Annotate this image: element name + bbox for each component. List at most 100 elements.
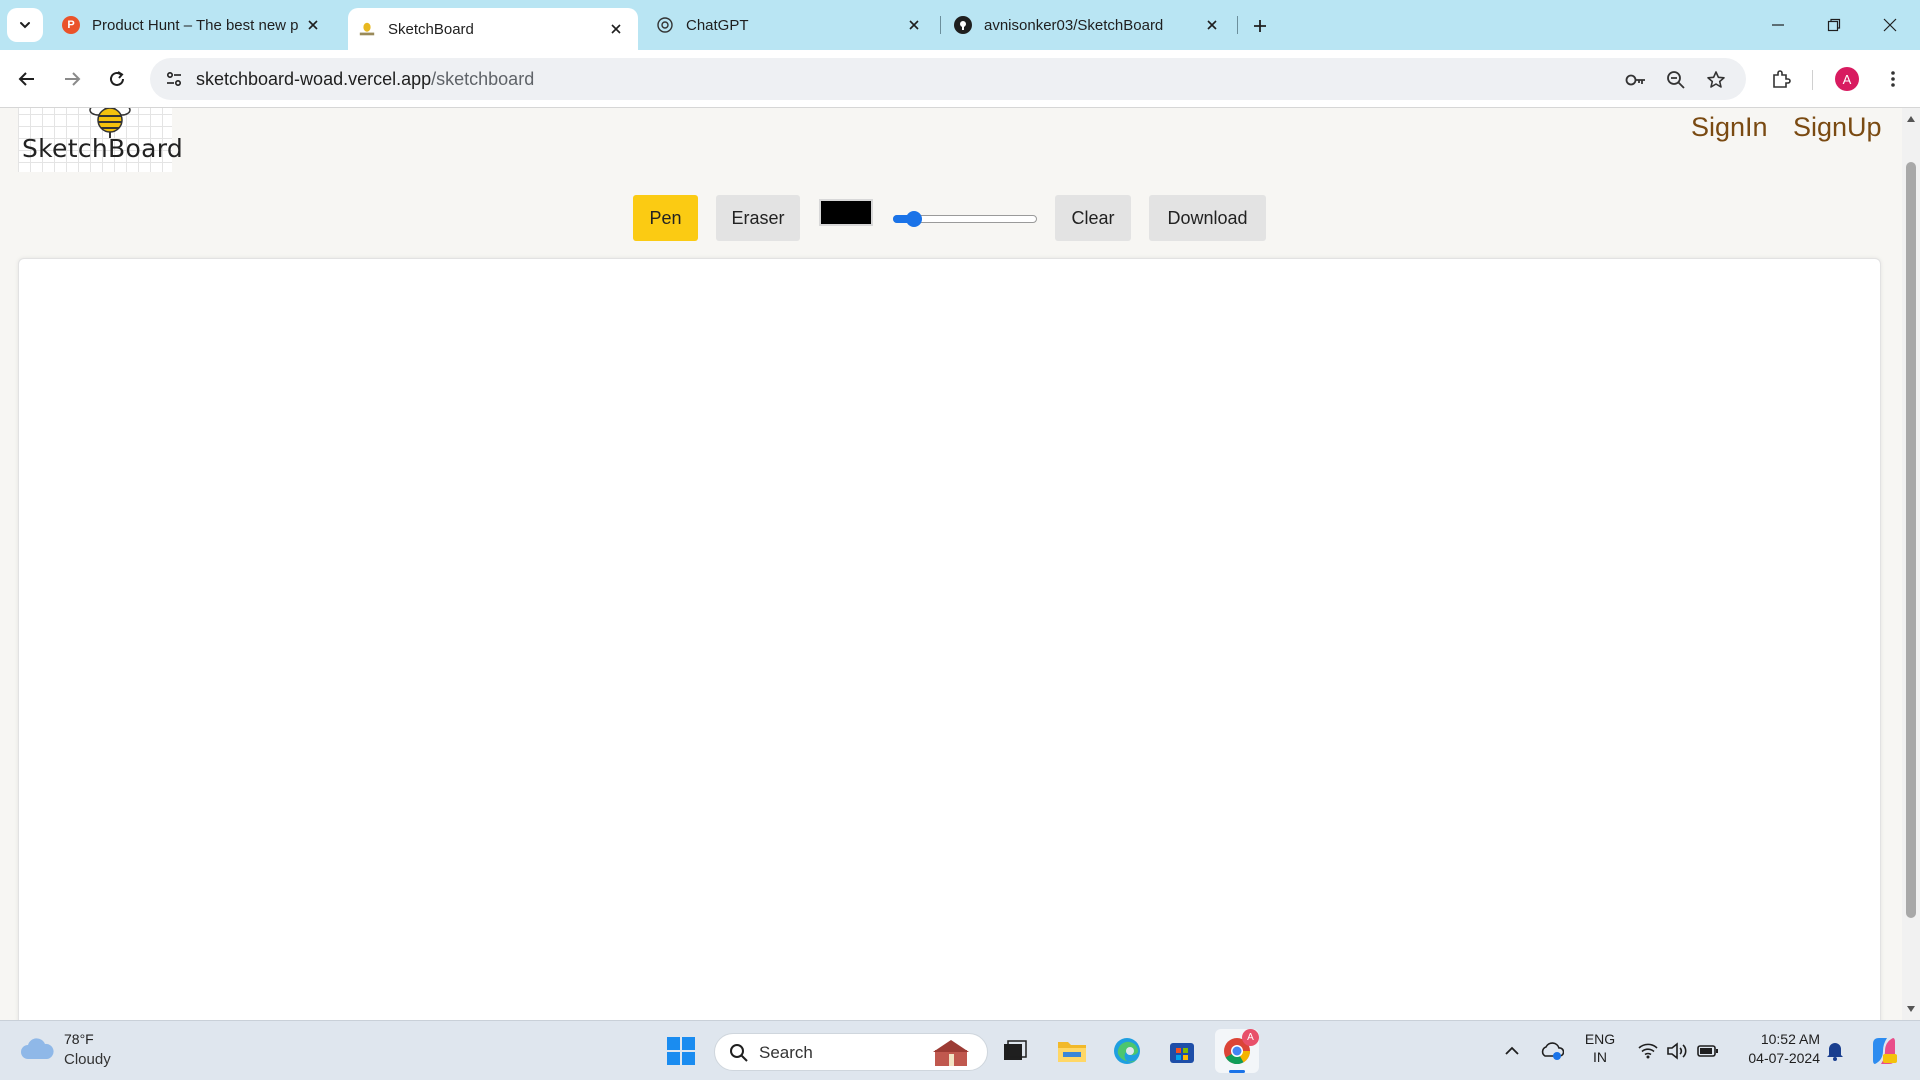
chevron-up-icon — [1505, 1046, 1519, 1055]
clock-date: 04-07-2024 — [1748, 1050, 1820, 1066]
microsoft-store-button[interactable] — [1160, 1029, 1204, 1073]
chatgpt-icon — [656, 16, 674, 34]
reload-button[interactable] — [100, 62, 134, 96]
close-icon[interactable] — [606, 19, 626, 39]
scrollbar-thumb[interactable] — [1906, 162, 1916, 918]
battery-icon[interactable] — [1696, 1039, 1720, 1063]
product-hunt-icon: P — [62, 16, 80, 34]
puzzle-icon — [1773, 70, 1791, 88]
bookmark-star-icon[interactable] — [1704, 68, 1728, 92]
edge-icon — [1114, 1038, 1140, 1064]
signup-link[interactable]: SignUp — [1793, 112, 1882, 143]
cloud-icon — [21, 1038, 54, 1059]
tab-chatgpt[interactable]: ChatGPT — [646, 0, 936, 50]
onedrive-icon[interactable] — [1540, 1039, 1564, 1063]
notifications-bell-icon[interactable] — [1823, 1039, 1847, 1063]
url-text[interactable]: sketchboard-woad.vercel.app/sketchboard — [196, 69, 534, 90]
chrome-profile-badge: A — [1242, 1029, 1259, 1046]
restore-button[interactable] — [1806, 0, 1862, 50]
taskbar-search[interactable]: Search — [714, 1033, 988, 1071]
sketchboard-logo[interactable]: SketchBoard — [18, 108, 183, 172]
clear-button[interactable]: Clear — [1055, 195, 1131, 241]
scroll-down-arrow-icon[interactable] — [1907, 1006, 1915, 1012]
language-region: IN — [1593, 1049, 1607, 1065]
copilot-icon[interactable] — [1868, 1035, 1900, 1067]
tab-sketchboard[interactable]: SketchBoard — [348, 8, 638, 50]
show-hidden-icons-button[interactable] — [1500, 1039, 1524, 1063]
tab-separator — [940, 16, 941, 34]
language-code: ENG — [1584, 1031, 1616, 1047]
tab-search-button[interactable] — [7, 8, 43, 42]
back-button[interactable] — [10, 62, 44, 96]
tab-title: SketchBoard — [388, 20, 474, 38]
edge-browser-button[interactable] — [1105, 1029, 1149, 1073]
tab-title: Product Hunt – The best new p — [92, 16, 299, 34]
close-icon[interactable] — [303, 15, 323, 35]
close-icon[interactable] — [1202, 15, 1222, 35]
language-indicator[interactable]: ENG IN — [1580, 1031, 1620, 1065]
store-icon — [1170, 1043, 1194, 1063]
profile-button[interactable]: A — [1830, 62, 1864, 96]
tab-separator — [1237, 16, 1238, 34]
start-button[interactable] — [659, 1029, 703, 1073]
chrome-button[interactable]: A — [1215, 1029, 1259, 1073]
slider-thumb[interactable] — [906, 211, 922, 227]
forward-arrow-icon — [65, 72, 81, 86]
clock[interactable]: 10:52 AM 04-07-2024 — [1730, 1031, 1820, 1066]
color-picker[interactable] — [819, 199, 873, 226]
wifi-icon[interactable] — [1636, 1039, 1660, 1063]
brush-size-slider[interactable] — [893, 211, 1037, 227]
file-explorer-button[interactable] — [1050, 1029, 1094, 1073]
download-button[interactable]: Download — [1149, 195, 1266, 241]
weather-condition: Cloudy — [64, 1051, 111, 1068]
scroll-up-arrow-icon[interactable] — [1907, 116, 1915, 122]
close-icon — [1883, 18, 1897, 32]
reload-icon — [110, 71, 124, 86]
close-window-button[interactable] — [1862, 0, 1918, 50]
close-icon[interactable] — [904, 15, 924, 35]
sketchboard-favicon-icon — [358, 20, 376, 38]
back-arrow-icon — [18, 72, 34, 86]
site-info-icon[interactable] — [162, 67, 186, 91]
zoom-icon[interactable] — [1664, 68, 1688, 92]
browser-menu-button[interactable] — [1876, 62, 1910, 96]
minimize-button[interactable] — [1750, 0, 1806, 50]
search-icon — [730, 1044, 748, 1062]
sketchboard-page: SketchBoard SignIn SignUp Pen Eraser Cle… — [0, 108, 1902, 1020]
drawing-canvas[interactable] — [18, 258, 1881, 1020]
new-tab-button[interactable] — [1246, 12, 1274, 40]
task-view-icon — [1004, 1040, 1027, 1060]
drawing-toolbar: Pen Eraser Clear Download — [0, 195, 1902, 241]
url-domain: sketchboard-woad.vercel.app — [196, 69, 432, 89]
search-label: Search — [759, 1043, 813, 1062]
eraser-button[interactable]: Eraser — [716, 195, 800, 241]
task-view-button[interactable] — [993, 1029, 1037, 1073]
page-scrollbar[interactable] — [1902, 108, 1920, 1020]
tab-strip: P Product Hunt – The best new p SketchBo… — [0, 0, 1920, 50]
clock-time: 10:52 AM — [1760, 1031, 1820, 1047]
volume-icon[interactable] — [1665, 1039, 1689, 1063]
tab-title: ChatGPT — [686, 16, 749, 34]
weather-widget[interactable]: 78°F Cloudy — [20, 1029, 140, 1073]
url-path: /sketchboard — [431, 69, 535, 89]
folder-icon — [1058, 1042, 1086, 1062]
windows-taskbar: 78°F Cloudy Search A ENG IN 10:52 AM 04-… — [0, 1020, 1920, 1080]
tab-title: avnisonker03/SketchBoard — [984, 16, 1164, 34]
signin-link[interactable]: SignIn — [1691, 112, 1768, 143]
tab-github[interactable]: avnisonker03/SketchBoard — [944, 0, 1234, 50]
search-highlight-icon — [933, 1040, 969, 1066]
more-vertical-icon — [1891, 71, 1895, 87]
pen-button[interactable]: Pen — [633, 195, 698, 241]
address-bar[interactable]: sketchboard-woad.vercel.app/sketchboard — [150, 58, 1746, 100]
plus-icon — [1254, 20, 1266, 32]
password-key-icon[interactable] — [1624, 68, 1648, 92]
extensions-button[interactable] — [1764, 62, 1798, 96]
restore-icon — [1827, 18, 1841, 32]
logo-text: SketchBoard — [22, 134, 184, 163]
browser-toolbar: sketchboard-woad.vercel.app/sketchboard … — [0, 50, 1920, 108]
minimize-icon — [1772, 24, 1784, 26]
forward-button[interactable] — [55, 62, 89, 96]
tab-product-hunt[interactable]: P Product Hunt – The best new p — [50, 0, 335, 50]
github-icon — [954, 16, 972, 34]
windows-logo-icon — [667, 1037, 695, 1065]
